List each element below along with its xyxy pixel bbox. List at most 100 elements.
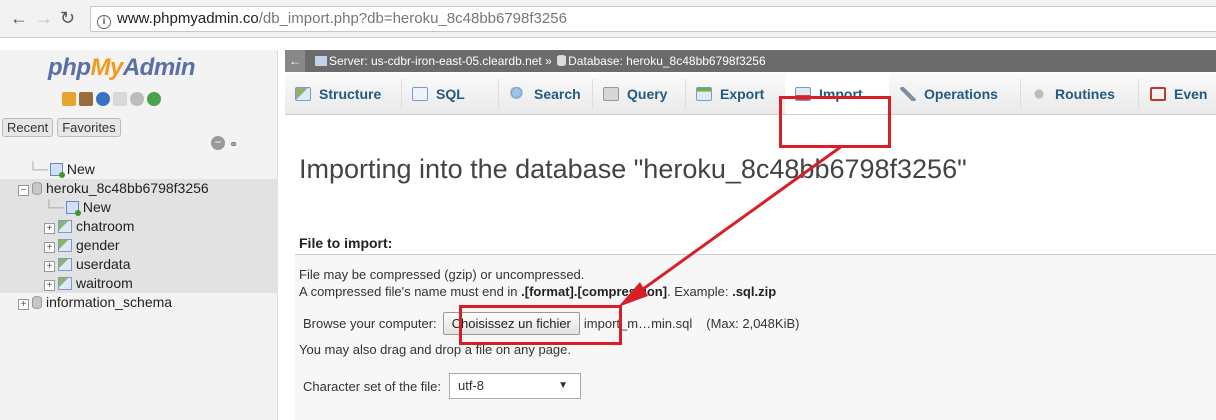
forward-arrow-icon[interactable]: →	[35, 8, 53, 29]
tab-divider	[1020, 79, 1021, 109]
favorites-tab[interactable]: Favorites	[57, 118, 121, 137]
breadcrumb-server[interactable]: Server: us-cdbr-iron-east-05.cleardb.net	[329, 54, 542, 68]
example-label: . Example:	[667, 284, 733, 299]
expand-icon[interactable]: +	[44, 223, 55, 234]
new-icon	[49, 163, 65, 178]
tab-label: Even	[1174, 86, 1208, 102]
tab-divider	[498, 79, 499, 109]
tab-label: Search	[534, 86, 581, 102]
database-tree: └─ New − heroku_8c48bb6798f3256 └─ New + cha…	[0, 160, 278, 312]
refresh-icon[interactable]	[147, 92, 161, 106]
new-icon	[65, 201, 81, 216]
link-with-main-icon[interactable]: ⚭	[229, 138, 238, 151]
collapse-all-icon[interactable]: −	[211, 136, 225, 150]
breadcrumb-database[interactable]: Database: heroku_8c48bb6798f3256	[568, 54, 766, 68]
tree-item-table[interactable]: + gender	[0, 236, 278, 255]
tab-export[interactable]: Export	[696, 73, 765, 114]
info-icon[interactable]: i	[97, 15, 111, 29]
tab-divider	[1138, 79, 1139, 109]
operations-icon	[900, 87, 916, 101]
tab-divider	[685, 79, 686, 109]
breadcrumb-separator: »	[545, 54, 552, 68]
tab-divider	[592, 79, 593, 109]
database-icon	[32, 296, 42, 309]
back-arrow-icon[interactable]: ←	[10, 8, 28, 29]
breadcrumb: ← Server: us-cdbr-iron-east-05.cleardb.ne…	[285, 50, 1216, 72]
tree-item-label: gender	[76, 237, 120, 253]
tree-item-database[interactable]: − heroku_8c48bb6798f3256	[0, 179, 278, 198]
tab-label: Export	[720, 86, 765, 102]
navigation-panel: phpMyAdmin Recent Favorites − ⚭ └─ New − h…	[0, 50, 278, 420]
choose-file-highlight	[459, 305, 622, 345]
tab-query[interactable]: Query	[603, 73, 668, 114]
docs-icon[interactable]	[113, 92, 127, 106]
charset-select[interactable]: utf-8 ▼	[449, 373, 582, 399]
expand-icon[interactable]: +	[44, 242, 55, 253]
collapse-icon[interactable]: −	[18, 185, 29, 196]
tab-bar: Structure SQL Search Query Export Import…	[285, 73, 1216, 115]
tree-item-table[interactable]: + userdata	[0, 255, 278, 274]
tab-search[interactable]: Search	[510, 73, 581, 114]
sql-icon	[412, 87, 428, 101]
tree-item-label: chatroom	[76, 218, 135, 234]
routines-icon	[1031, 87, 1047, 101]
recent-tab[interactable]: Recent	[2, 118, 54, 137]
tree-item-label: information_schema	[46, 294, 173, 310]
tree-item-new[interactable]: └─ New	[0, 160, 278, 179]
table-icon	[58, 239, 72, 252]
tab-label: SQL	[436, 86, 465, 102]
server-icon	[315, 56, 327, 66]
tab-operations[interactable]: Operations	[900, 73, 998, 114]
logout-icon[interactable]	[79, 92, 93, 106]
collapse-nav-icon[interactable]: ←	[285, 50, 305, 72]
logo-php: php	[48, 54, 91, 81]
tree-item-new-table[interactable]: └─ New	[0, 198, 278, 217]
reload-icon[interactable]: ↻	[60, 8, 75, 29]
table-icon	[58, 258, 72, 271]
tab-structure[interactable]: Structure	[295, 73, 382, 114]
section-title: File to import:	[299, 235, 393, 251]
table-icon	[58, 220, 72, 233]
tab-label: Structure	[319, 86, 382, 102]
browser-toolbar: ← → ↻ i www.phpmyadmin.co/db_import.php?d…	[0, 0, 1216, 38]
expand-icon[interactable]: +	[18, 299, 29, 310]
tree-item-label: New	[66, 161, 95, 177]
tree-item-database[interactable]: + information_schema	[0, 293, 278, 312]
expand-icon[interactable]: +	[44, 261, 55, 272]
tab-label: Routines	[1055, 86, 1115, 102]
max-size-note: (Max: 2,048KiB)	[706, 316, 800, 331]
expand-icon[interactable]: +	[44, 280, 55, 291]
tab-events[interactable]: Even	[1150, 73, 1208, 114]
quick-links	[62, 92, 161, 106]
table-icon	[58, 277, 72, 290]
events-icon	[1150, 87, 1166, 101]
search-icon	[510, 87, 526, 101]
filename-note-prefix: A compressed file's name must end in	[299, 284, 522, 299]
help-icon[interactable]	[96, 92, 110, 106]
main-content: Importing into the database "heroku_8c48…	[285, 116, 1216, 420]
tree-item-label: New	[82, 199, 111, 215]
logo-my: My	[90, 54, 123, 81]
settings-icon[interactable]	[130, 92, 144, 106]
browse-label: Browse your computer:	[303, 316, 437, 331]
filename-note: A compressed file's name must end in .[f…	[299, 284, 776, 299]
tree-item-table[interactable]: + waitroom	[0, 274, 278, 293]
page-title: Importing into the database "heroku_8c48…	[299, 154, 967, 184]
tab-sql[interactable]: SQL	[412, 73, 465, 114]
structure-icon	[295, 87, 311, 101]
tree-item-label: heroku_8c48bb6798f3256	[46, 180, 209, 196]
charset-row: Character set of the file: utf-8 ▼	[303, 373, 582, 399]
tab-label: Operations	[924, 86, 998, 102]
import-tab-highlight	[779, 96, 891, 148]
phpmyadmin-logo[interactable]: phpMyAdmin	[48, 54, 196, 82]
tab-routines[interactable]: Routines	[1031, 73, 1115, 114]
compression-note: File may be compressed (gzip) or uncompr…	[299, 267, 585, 282]
tab-divider	[401, 79, 402, 109]
url-host: www.phpmyadmin.co	[117, 10, 259, 27]
address-bar[interactable]: i www.phpmyadmin.co/db_import.php?db=hero…	[90, 6, 1216, 32]
tab-label: Query	[627, 86, 668, 102]
home-icon[interactable]	[62, 92, 76, 106]
tree-item-table[interactable]: + chatroom	[0, 217, 278, 236]
export-icon	[696, 87, 712, 101]
tree-item-label: userdata	[76, 256, 131, 272]
